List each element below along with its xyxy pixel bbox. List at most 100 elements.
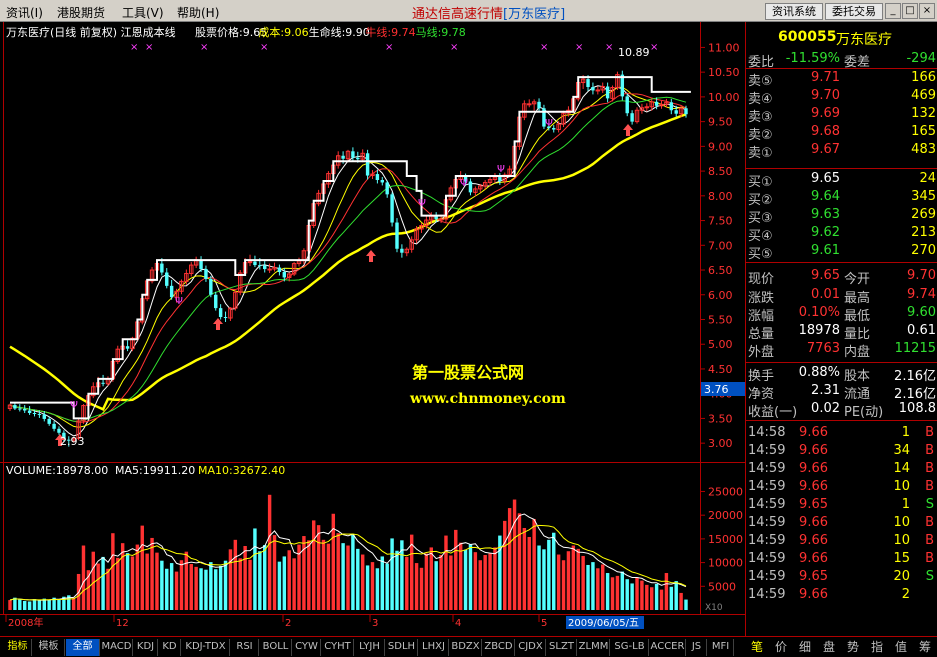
- indicator-tab[interactable]: JS: [687, 639, 707, 656]
- candle-body-up: [247, 261, 253, 264]
- candle-body-up: [267, 268, 272, 271]
- panel-tab[interactable]: 值: [890, 639, 912, 656]
- indicator-tab[interactable]: CYW: [293, 639, 321, 656]
- volume-bar-up: [81, 545, 86, 610]
- panel-tab[interactable]: 盘: [818, 639, 840, 656]
- indicator-tab[interactable]: MFI: [708, 639, 734, 656]
- candle-body-down: [669, 102, 674, 111]
- indicator-tab[interactable]: CYHT: [322, 639, 354, 656]
- price-tick-label: 6.00: [708, 289, 733, 302]
- indicator-tab[interactable]: BDZX: [450, 639, 482, 656]
- candle-body-down: [385, 182, 389, 195]
- price-tick-label: 7.00: [708, 239, 733, 252]
- quote-row: 委比 -11.59% 委差 -294: [746, 50, 937, 70]
- volume-bar-up: [272, 535, 277, 610]
- price-tick-label: 7.50: [708, 215, 733, 228]
- signal-x-icon: ×: [385, 42, 393, 53]
- candle-body-down: [365, 153, 370, 176]
- restore-icon[interactable]: □: [902, 3, 918, 19]
- menu-item-tools[interactable]: 工具(V): [122, 4, 164, 21]
- candle-body-up: [644, 106, 650, 109]
- quote-label-2: PE(动): [844, 405, 884, 420]
- volume-bar-down: [204, 569, 208, 610]
- price-tick-label: 6.50: [708, 264, 733, 277]
- news-system-button[interactable]: 资讯系统: [765, 3, 823, 20]
- volume-bar-up: [228, 549, 233, 610]
- indicator-tab[interactable]: LYJH: [355, 639, 385, 656]
- signal-x-icon: ×: [575, 42, 583, 53]
- volume-bar-down: [537, 545, 541, 610]
- volume-bar-down: [591, 562, 595, 610]
- volume-bar-down: [101, 556, 105, 610]
- quote-row: 买② 9.64 345: [746, 188, 937, 208]
- indicator-tab[interactable]: ZBCD: [483, 639, 515, 656]
- volume-bar-down: [434, 561, 438, 610]
- trade-time: 14:59: [748, 461, 786, 476]
- volume-bar-up: [679, 592, 683, 610]
- divider: [746, 262, 937, 263]
- quote-value-2: 166: [911, 70, 936, 85]
- indicator-tab[interactable]: SLZT: [547, 639, 577, 656]
- volume-bar-up: [321, 539, 326, 610]
- quote-value-2: 24: [919, 171, 936, 186]
- volume-bar-up: [503, 520, 507, 610]
- indicator-tab[interactable]: SDLH: [386, 639, 418, 656]
- menu-item-hk-futures[interactable]: 港股期货: [57, 4, 105, 21]
- price-tick-label: 3.00: [708, 437, 733, 450]
- volume-bar-down: [199, 568, 203, 610]
- indicator-tab[interactable]: BOLL: [260, 639, 292, 656]
- trade-side: B: [925, 551, 934, 566]
- panel-tab[interactable]: 细: [794, 639, 816, 656]
- indicator-tab[interactable]: KDJ: [134, 639, 158, 656]
- quote-value: -11.59%: [785, 51, 840, 66]
- indicator-tab[interactable]: MACD: [101, 639, 133, 656]
- trade-volume: 20: [893, 569, 910, 584]
- indicator-tab[interactable]: KDJ-TDX: [182, 639, 230, 656]
- indicator-tab[interactable]: 全部: [66, 639, 100, 656]
- trade-time: 14:59: [748, 587, 786, 602]
- indicator-tab[interactable]: CJDX: [516, 639, 546, 656]
- panel-tab[interactable]: 筹: [914, 639, 936, 656]
- candle-body-down: [282, 272, 287, 278]
- signal-psi-icon: Ψ: [545, 118, 553, 129]
- quote-label: 现价: [748, 272, 775, 287]
- quote-value-2: -294: [906, 51, 936, 66]
- panel-tab[interactable]: 指: [866, 639, 888, 656]
- quote-value-2: 469: [911, 88, 936, 103]
- indicator-tab[interactable]: 指标: [4, 639, 32, 656]
- candle-body-down: [277, 267, 282, 273]
- indicator-tab[interactable]: KD: [159, 639, 181, 656]
- minimize-icon[interactable]: _: [885, 3, 901, 19]
- panel-tab[interactable]: 价: [770, 639, 792, 656]
- chart-header: 万东医疗(日线 前复权) 江恩成本线: [6, 25, 176, 39]
- quote-row: 买⑤ 9.61 270: [746, 242, 937, 262]
- trade-volume: 1: [901, 425, 910, 440]
- quote-row: 涨跌 0.01 最高 9.74: [746, 286, 937, 306]
- volume-unit-tag: X10: [705, 603, 723, 613]
- quote-row: 外盘 7763 内盘 11215: [746, 340, 937, 360]
- close-icon[interactable]: ×: [919, 3, 935, 19]
- volume-bar-up: [96, 563, 100, 610]
- indicator-tab[interactable]: RSI: [231, 639, 259, 656]
- indicator-tab[interactable]: ZLMM: [578, 639, 610, 656]
- volume-bar-down: [468, 544, 473, 610]
- menu-item-info[interactable]: 资讯(I): [6, 4, 43, 21]
- panel-tab[interactable]: 笔: [746, 639, 768, 656]
- trade-volume: 10: [893, 515, 910, 530]
- volume-bar-up: [659, 589, 664, 610]
- indicator-tab[interactable]: 模板: [33, 639, 65, 656]
- kline-chart[interactable]: 11.00 10.50 10.00 9.50 9.00 8.50 8.00 7.50 7.00 6…: [0, 22, 745, 636]
- candle-body-down: [390, 194, 394, 223]
- quote-row: 卖⑤ 9.71 166: [746, 69, 937, 89]
- panel-tab[interactable]: 势: [842, 639, 864, 656]
- menu-item-help[interactable]: 帮助(H): [177, 4, 219, 21]
- indicator-tab[interactable]: SG-LB: [611, 639, 649, 656]
- quote-value: 9.68: [811, 124, 840, 139]
- date-tick-label: 5: [541, 618, 547, 629]
- trade-button[interactable]: 委托交易: [825, 3, 883, 20]
- volume-bar-up: [640, 580, 644, 610]
- volume-bar-up: [444, 535, 448, 610]
- indicator-tab[interactable]: LHXJ: [419, 639, 449, 656]
- candle-body-up: [527, 103, 532, 106]
- indicator-tab[interactable]: ACCER: [650, 639, 686, 656]
